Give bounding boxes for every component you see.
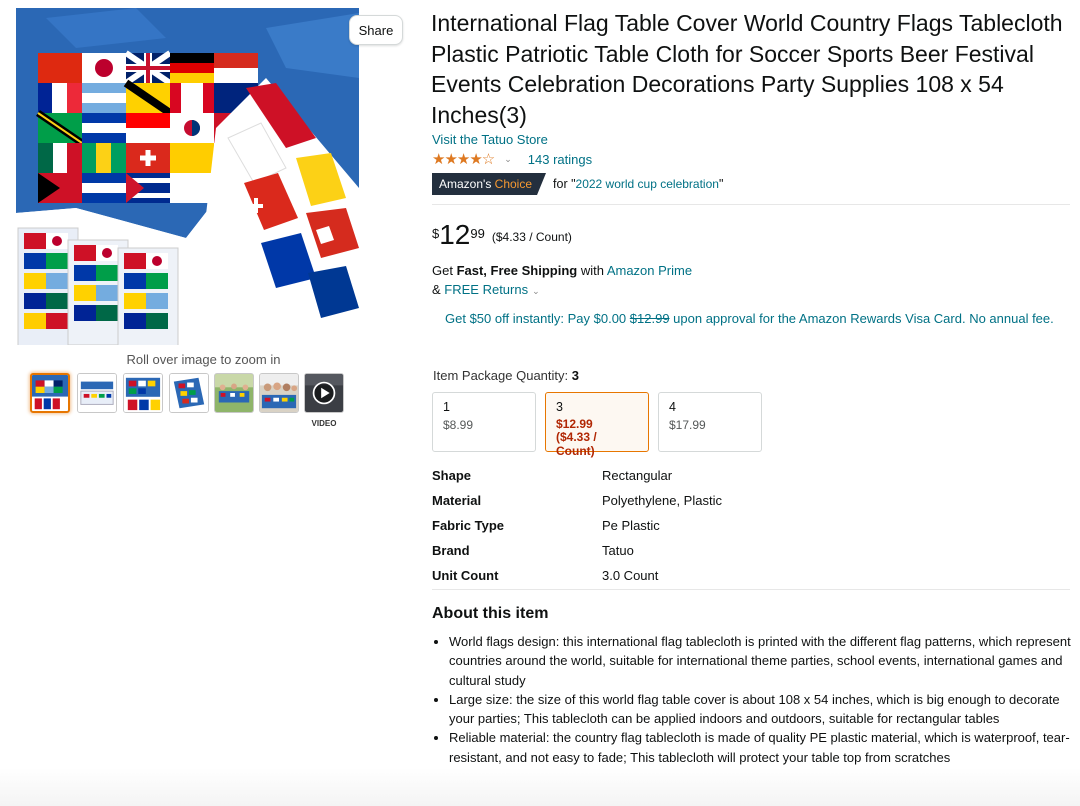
quantity-option-price: $17.99 [669,417,706,432]
zoom-hint: Roll over image to zoom in [126,352,281,367]
price-fraction: 99 [470,226,485,241]
shipping-get: Get [432,263,457,278]
spec-row: Shape Rectangular [432,463,722,488]
quantity-label: Item Package Quantity: 3 [433,368,579,383]
divider [432,589,1070,590]
quantity-option-count: 3 [556,400,563,414]
quantity-option-price: $12.99 [556,416,593,431]
about-bullet: World flags design: this international f… [449,632,1080,690]
quantity-selected-value: 3 [571,368,579,383]
promo-strike-price: $12.99 [629,311,670,326]
spec-key: Unit Count [432,568,499,583]
spec-row: Material Polyethylene, Plastic [432,488,722,513]
thumbnail-product-photo[interactable] [30,373,70,413]
quantity-option-count: 1 [443,400,450,414]
thumbnail-product-packaging[interactable] [77,373,117,413]
video-label: VIDEO [311,419,337,428]
badge-choice-word: Choice [494,177,533,191]
choice-for-text: for "2022 world cup celebration" [553,177,723,191]
price-whole: 12 [439,219,471,250]
spec-key: Material [432,493,482,508]
thumbnail-product-flat[interactable] [123,373,163,413]
quantity-label-text: Item Package Quantity: [433,368,572,383]
spec-value: Pe Plastic [602,518,660,533]
quantity-option-count: 4 [669,400,676,414]
thumbnail-product-folded[interactable] [169,373,209,413]
chevron-down-icon[interactable]: ⌄ [532,286,540,296]
product-title: International Flag Table Cover World Cou… [431,10,1063,128]
product-specs-table: Shape Rectangular Material Polyethylene, P… [432,463,722,588]
spec-value: Polyethylene, Plastic [602,493,722,508]
spec-key: Shape [432,468,472,483]
store-link[interactable]: Visit the Tatuo Store [432,132,548,147]
thumbnail-lifestyle-crowd[interactable] [259,373,299,413]
promo-text-after: upon approval for the Amazon Rewards Vis… [669,311,1054,326]
spec-key: Fabric Type [432,518,505,533]
quantity-option-unit-price: ($4.33 / Count) [556,430,597,458]
spec-row: Brand Tatuo [432,538,722,563]
shipping-info: Get Fast, Free Shipping with Amazon Prim… [432,263,692,278]
chevron-down-icon[interactable]: ⌄ [504,154,512,165]
quantity-option-1[interactable]: 1 $8.99 [432,392,536,452]
spec-row: Unit Count 3.0 Count [432,563,722,588]
amazon-prime-link[interactable]: Amazon Prime [607,263,692,278]
spec-value: Tatuo [602,543,634,558]
divider [432,204,1070,205]
choice-query-link[interactable]: 2022 world cup celebration [576,177,719,191]
rating-row: ★★★★☆ ⌄ 143 ratings [432,150,592,168]
badge-prefix: Amazon's [439,177,492,191]
share-button[interactable]: Share [349,15,403,45]
quantity-option-3[interactable]: 3 $12.99 ($4.33 / Count) [545,392,649,457]
about-bullets: World flags design: this international f… [432,632,1080,767]
bottom-fade-overlay [0,768,1080,806]
ratings-count-link[interactable]: 143 ratings [528,152,592,167]
price-currency: $ [432,226,440,241]
fast-free-shipping: Fast, Free Shipping [456,263,578,278]
free-returns-link[interactable]: FREE Returns [444,282,528,297]
about-this-item-heading: About this item [432,605,549,622]
amazons-choice-badge[interactable]: Amazon's Choice [432,173,546,195]
returns-info: & FREE Returns ⌄ [432,282,540,297]
thumbnail-lifestyle-party[interactable] [214,373,254,413]
spec-value: 3.0 Count [602,568,659,583]
quantity-option-price: $8.99 [443,417,474,432]
spec-value: Rectangular [602,468,673,483]
choice-for-prefix: for " [553,177,576,191]
price-block: $ 12 99 ($4.33 / Count) [432,220,572,250]
spec-key: Brand [432,543,470,558]
about-bullet: Reliable material: the country flag tabl… [449,728,1080,767]
star-rating-icon[interactable]: ★★★★☆ [432,150,495,168]
returns-amp: & [432,282,445,297]
price-per-unit: ($4.33 / Count) [491,230,572,244]
credit-card-promo[interactable]: Get $50 off instantly: Pay $0.00 $12.99 … [445,309,1070,328]
thumbnail-video[interactable] [304,373,344,413]
choice-for-suffix: " [718,177,724,191]
quantity-option-4[interactable]: 4 $17.99 [658,392,762,452]
main-product-image[interactable] [16,8,359,345]
shipping-with: with [577,263,607,278]
spec-row: Fabric Type Pe Plastic [432,513,722,538]
about-bullet: Large size: the size of this world flag … [449,690,1080,729]
promo-text-before: Get $50 off instantly: Pay $0.00 [445,311,630,326]
amazons-choice-row: Amazon's Choice for "2022 world cup cele… [432,173,723,195]
